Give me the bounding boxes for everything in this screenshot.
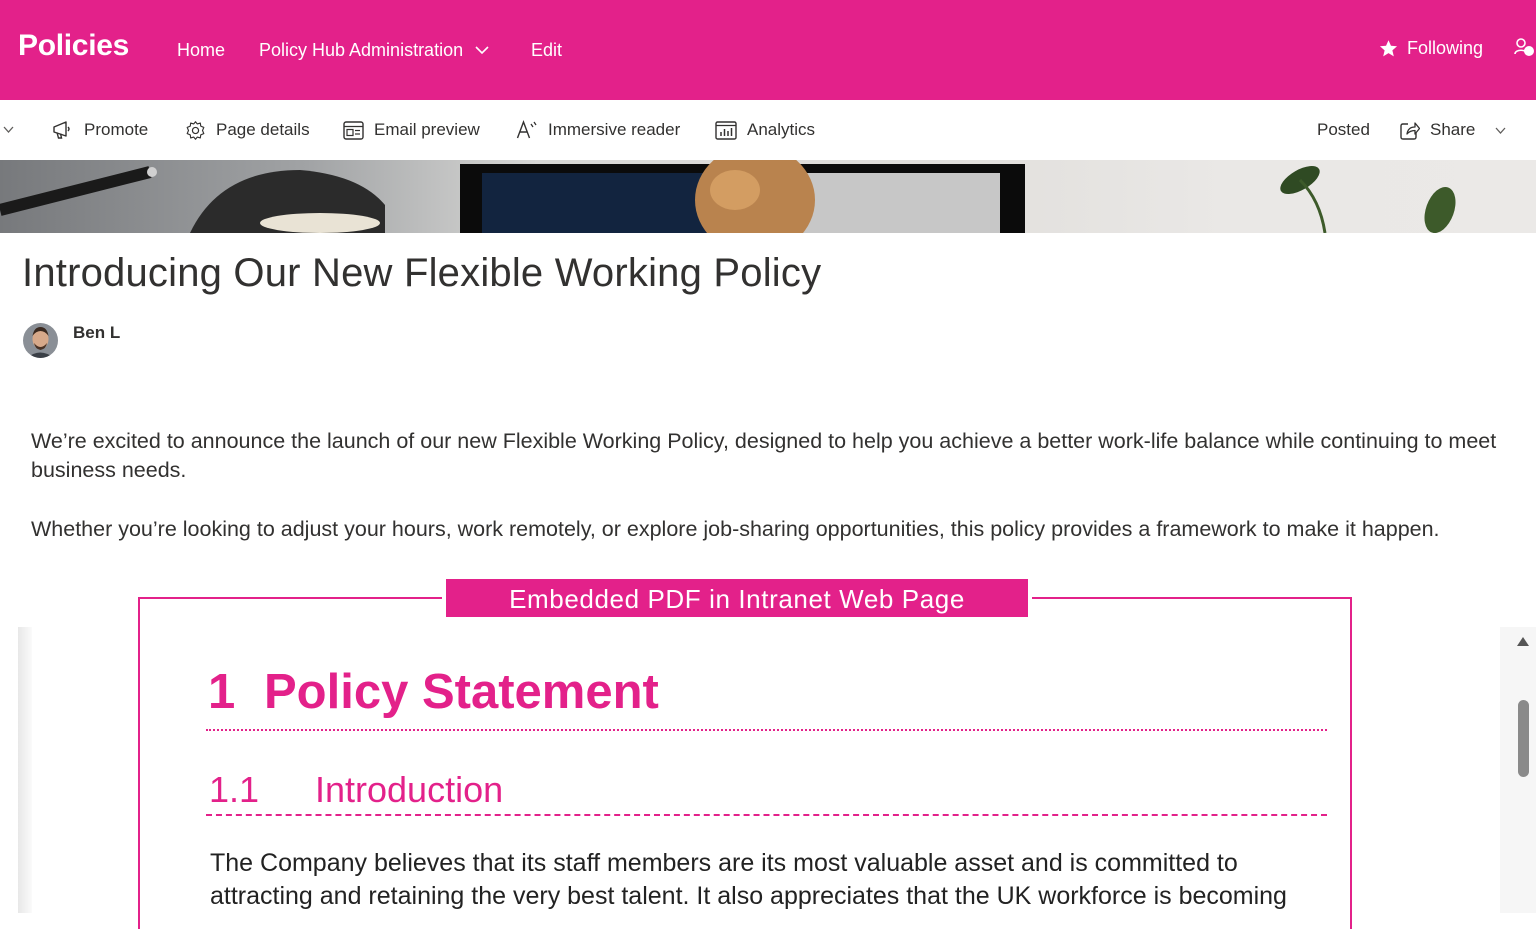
page-details-label: Page details: [216, 120, 310, 139]
analytics-icon: [715, 120, 737, 140]
share-label: Share: [1430, 120, 1476, 139]
avatar-photo: [23, 323, 58, 358]
suite-header: Policies Home Policy Hub Administration …: [0, 0, 1536, 100]
megaphone-icon: [53, 121, 70, 139]
hero-photo-illustration: [0, 160, 1456, 233]
gear-icon: [186, 120, 205, 140]
annotation-frame: [138, 597, 1352, 929]
intro-paragraph-2: Whether you’re looking to adjust your ho…: [31, 517, 1440, 541]
annotation-label: Embedded PDF in Intranet Web Page: [446, 579, 1028, 617]
scroll-up-arrow-icon[interactable]: [1517, 637, 1529, 646]
intro-paragraph-1: We’re excited to announce the launch of …: [31, 429, 1497, 482]
page-title: Introducing Our New Flexible Working Pol…: [22, 251, 822, 295]
chevron-down-icon[interactable]: [3, 126, 14, 133]
following-label: Following: [1407, 38, 1484, 58]
nav-edit-link[interactable]: Edit: [531, 40, 562, 61]
promote-button[interactable]: Promote: [52, 100, 148, 160]
nav-policy-hub-admin-label: Policy Hub Administration: [259, 40, 464, 60]
immersive-reader-label: Immersive reader: [548, 120, 681, 139]
page-details-button[interactable]: Page details: [185, 100, 310, 160]
analytics-label: Analytics: [747, 120, 816, 139]
hero-image: [0, 160, 1536, 233]
author-avatar[interactable]: [23, 323, 58, 358]
site-title[interactable]: Policies: [18, 29, 129, 63]
nav-policy-hub-admin[interactable]: Policy Hub Administration: [259, 40, 489, 61]
site-members-icon[interactable]: [1514, 38, 1536, 60]
star-icon: [1379, 40, 1398, 57]
pdf-viewer-edge: [18, 627, 32, 913]
promote-label: Promote: [84, 120, 149, 139]
posted-status: Posted: [1317, 120, 1370, 139]
email-preview-button[interactable]: Email preview: [343, 100, 480, 160]
chevron-down-icon: [475, 46, 489, 55]
immersive-reader-button[interactable]: Immersive reader: [516, 100, 680, 160]
command-bar: Promote Page details Email preview Immer…: [0, 100, 1536, 161]
share-icon: [1400, 121, 1420, 140]
nav-home-link[interactable]: Home: [177, 40, 225, 61]
email-preview-label: Email preview: [374, 120, 480, 139]
chevron-down-icon: [1495, 127, 1506, 134]
immersive-reader-icon: [516, 120, 537, 139]
share-button[interactable]: Share: [1400, 100, 1506, 160]
analytics-button[interactable]: Analytics: [715, 100, 815, 160]
author-name[interactable]: Ben L: [73, 323, 120, 343]
email-preview-icon: [343, 120, 364, 140]
following-button[interactable]: Following: [1379, 38, 1483, 59]
pdf-scrollbar-thumb[interactable]: [1518, 700, 1529, 777]
